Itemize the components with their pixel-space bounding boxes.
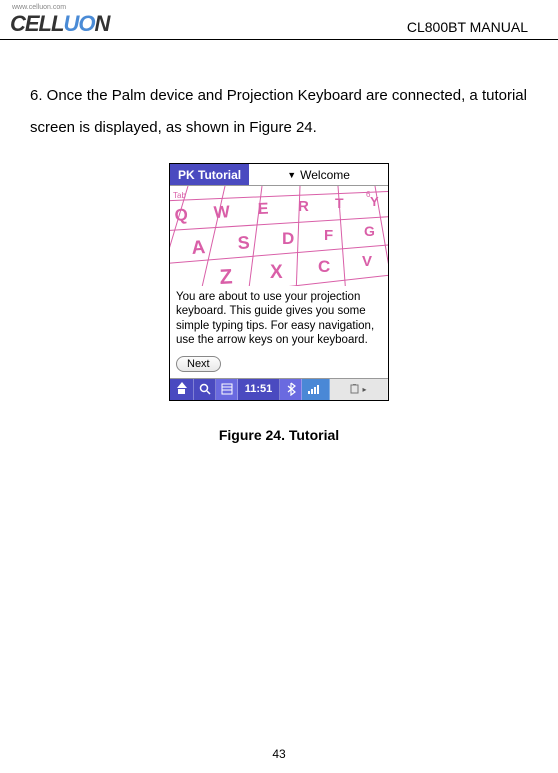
manual-title: CL800BT MANUAL — [407, 19, 528, 35]
tutorial-message: You are about to use your projection key… — [170, 286, 388, 354]
svg-text:D: D — [282, 229, 294, 248]
signal-icon[interactable] — [302, 379, 330, 400]
instruction-paragraph: 6. Once the Palm device and Projection K… — [30, 80, 528, 143]
svg-text:V: V — [362, 253, 372, 270]
battery-icon[interactable]: ▸ — [330, 379, 388, 400]
svg-text:6: 6 — [366, 190, 371, 199]
chevron-down-icon: ▼ — [287, 170, 296, 180]
logo-url: www.celluon.com — [12, 4, 66, 11]
svg-text:G: G — [364, 223, 375, 239]
search-icon[interactable] — [194, 379, 216, 400]
taskbar-clock[interactable]: 11:51 — [238, 379, 280, 400]
device-titlebar: PK Tutorial ▼ Welcome — [170, 164, 388, 186]
section-dropdown[interactable]: ▼ Welcome — [249, 168, 388, 182]
logo-text: CELLUON — [10, 11, 109, 37]
svg-text:X: X — [270, 262, 283, 283]
svg-text:Tab: Tab — [173, 191, 186, 200]
svg-text:Q: Q — [174, 205, 189, 225]
svg-text:E: E — [258, 201, 270, 218]
svg-text:A: A — [191, 237, 206, 259]
section-label: Welcome — [300, 168, 350, 182]
bluetooth-icon[interactable] — [280, 379, 302, 400]
next-button[interactable]: Next — [176, 356, 221, 372]
svg-text:S: S — [237, 232, 250, 253]
home-icon[interactable] — [170, 379, 194, 400]
svg-text:F: F — [324, 227, 333, 244]
svg-text:Y: Y — [370, 194, 379, 209]
svg-text:C: C — [318, 257, 330, 276]
keyboard-illustration: Q W E R T Y A S D F G Z X C V — [170, 186, 388, 286]
svg-text:Z: Z — [219, 265, 233, 286]
figure-caption: Figure 24. Tutorial — [219, 427, 339, 443]
device-taskbar: 11:51 ▸ — [170, 378, 388, 400]
svg-text:R: R — [298, 198, 309, 215]
svg-text:W: W — [213, 202, 231, 222]
app-title: PK Tutorial — [170, 164, 249, 185]
brand-logo: www.celluon.com CELLUON — [10, 4, 109, 37]
svg-text:T: T — [335, 195, 344, 211]
device-screenshot: PK Tutorial ▼ Welcome — [169, 163, 389, 401]
page-number: 43 — [0, 747, 558, 761]
menu-icon[interactable] — [216, 379, 238, 400]
